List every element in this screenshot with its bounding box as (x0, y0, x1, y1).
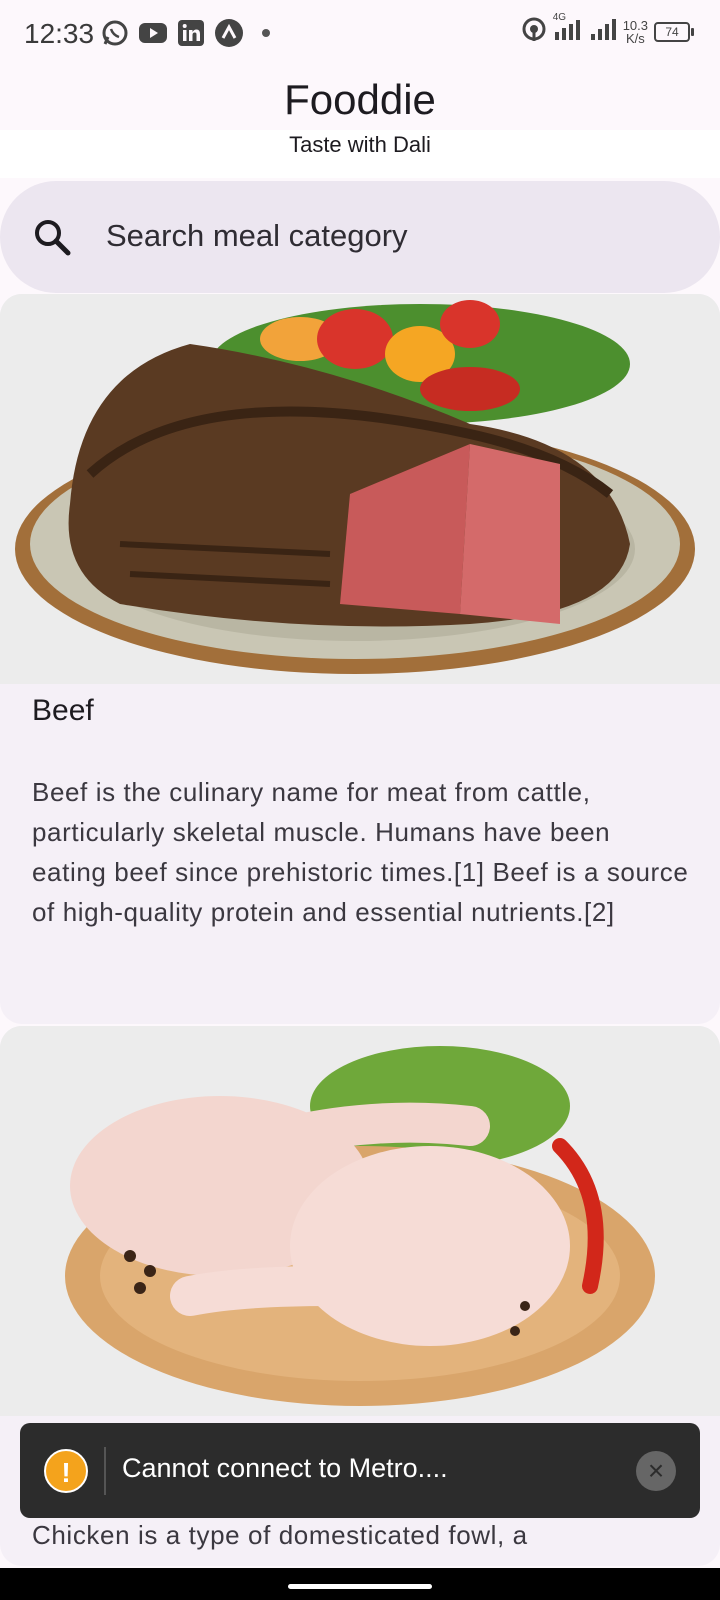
notification-dot-icon (262, 29, 270, 37)
category-title: Beef (32, 694, 94, 727)
snackbar: ! Cannot connect to Metro.... × (20, 1423, 700, 1518)
category-description: Beef is the culinary name for meat from … (32, 777, 689, 927)
snackbar-message: Cannot connect to Metro.... (122, 1453, 448, 1483)
whatsapp-icon (100, 18, 130, 48)
beef-image (0, 294, 720, 684)
status-bar: 12:33 4G 10.3 K/s 74 (0, 0, 720, 72)
signal-icon (589, 16, 617, 47)
network-speed: 10.3 K/s (623, 19, 648, 45)
status-time: 12:33 (24, 18, 95, 49)
app-subtitle: Taste with Dali (289, 132, 431, 157)
linkedin-icon (176, 18, 206, 48)
app-title: Fooddie (284, 76, 436, 123)
network-speed-unit: K/s (625, 30, 645, 46)
category-card-beef[interactable]: Beef Beef is the culinary name for meat … (0, 294, 720, 1024)
chicken-description: Chicken is a type of domesticated fowl, … (32, 1520, 528, 1550)
snackbar-divider (104, 1447, 106, 1495)
signal-4g-icon: 4G (553, 12, 583, 47)
hotspot-icon (521, 16, 547, 47)
network-type-label: 4G (552, 12, 567, 23)
navigation-bar (0, 1568, 720, 1600)
app-icon (214, 18, 244, 48)
close-icon[interactable]: × (636, 1451, 676, 1491)
search-bar[interactable] (0, 181, 720, 293)
chicken-image (0, 1026, 720, 1416)
network-speed-value: 10.3 (622, 17, 648, 33)
search-input[interactable] (104, 217, 668, 255)
search-icon (35, 220, 71, 256)
warning-icon: ! (44, 1449, 88, 1493)
battery-icon: 74 (654, 21, 694, 42)
home-handle[interactable] (288, 1584, 432, 1589)
youtube-icon (138, 18, 168, 48)
